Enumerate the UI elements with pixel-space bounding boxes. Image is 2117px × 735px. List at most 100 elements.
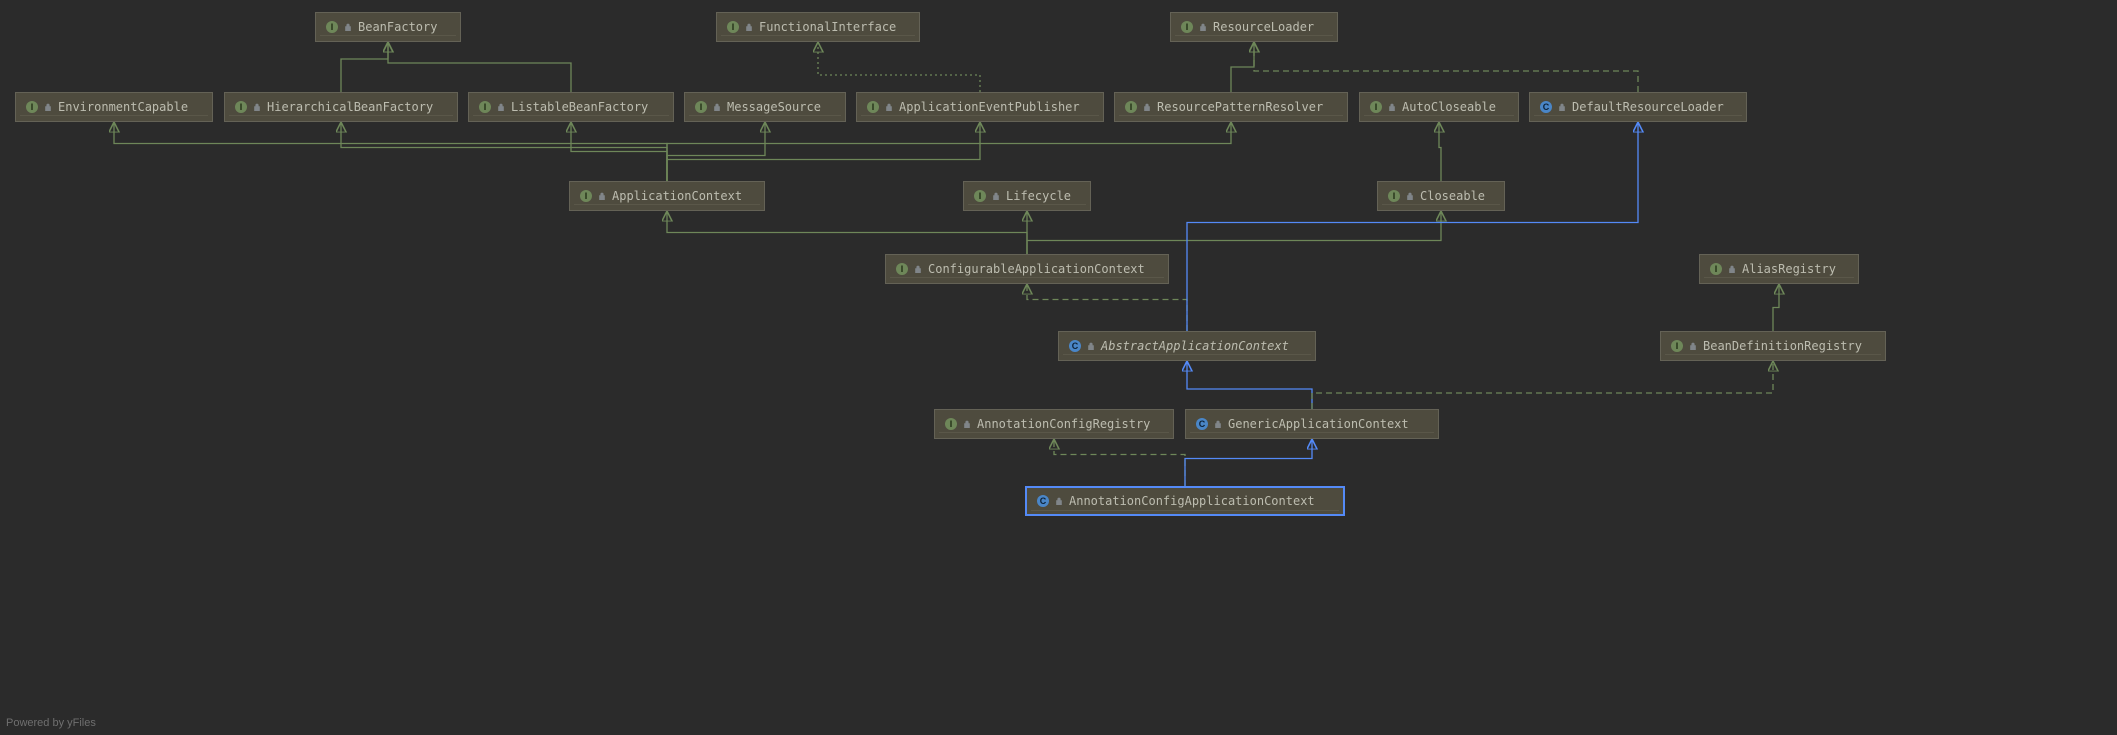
uml-node-MessageSource[interactable]: I MessageSource xyxy=(684,92,846,122)
lock-icon xyxy=(1087,342,1095,350)
edge-AbstractApplicationContext-to-DefaultResourceLoader xyxy=(1187,122,1638,331)
node-label: AnnotationConfigApplicationContext xyxy=(1069,494,1315,508)
lock-icon xyxy=(253,103,261,111)
interface-icon: I xyxy=(1388,190,1400,202)
lock-icon xyxy=(885,103,893,111)
uml-node-AnnotationConfigApplicationContext[interactable]: C AnnotationConfigApplicationContext xyxy=(1025,486,1345,516)
interface-icon: I xyxy=(896,263,908,275)
uml-node-ApplicationEventPublisher[interactable]: I ApplicationEventPublisher xyxy=(856,92,1104,122)
interface-icon: I xyxy=(974,190,986,202)
lock-icon xyxy=(1214,420,1222,428)
uml-node-Lifecycle[interactable]: I Lifecycle xyxy=(963,181,1091,211)
uml-node-BeanFactory[interactable]: IBeanFactory xyxy=(315,12,461,42)
edge-ApplicationContext-to-ApplicationEventPublisher xyxy=(667,122,980,181)
edge-ApplicationEventPublisher-to-FunctionalInterface xyxy=(818,42,980,92)
interface-icon: I xyxy=(727,21,739,33)
uml-node-ResourcePatternResolver[interactable]: I ResourcePatternResolver xyxy=(1114,92,1348,122)
edge-ApplicationContext-to-ListableBeanFactory xyxy=(571,122,667,181)
node-label: ConfigurableApplicationContext xyxy=(928,262,1145,276)
lock-icon xyxy=(1406,192,1414,200)
interface-icon: I xyxy=(326,21,338,33)
class-icon: C xyxy=(1196,418,1208,430)
node-label: BeanDefinitionRegistry xyxy=(1703,339,1862,353)
node-label: MessageSource xyxy=(727,100,821,114)
interface-icon: I xyxy=(1671,340,1683,352)
interface-icon: I xyxy=(867,101,879,113)
node-label: Lifecycle xyxy=(1006,189,1071,203)
lock-icon xyxy=(1689,342,1697,350)
lock-icon xyxy=(745,23,753,31)
edge-ApplicationContext-to-HierarchicalBeanFactory xyxy=(341,122,667,181)
uml-node-DefaultResourceLoader[interactable]: C DefaultResourceLoader xyxy=(1529,92,1747,122)
lock-icon xyxy=(44,103,52,111)
edge-AbstractApplicationContext-to-ConfigurableApplicationContext xyxy=(1027,284,1187,331)
edge-ConfigurableApplicationContext-to-Closeable xyxy=(1027,211,1441,254)
node-label: HierarchicalBeanFactory xyxy=(267,100,433,114)
interface-icon: I xyxy=(1710,263,1722,275)
class-icon: C xyxy=(1540,101,1552,113)
node-label: AutoCloseable xyxy=(1402,100,1496,114)
uml-node-AliasRegistry[interactable]: I AliasRegistry xyxy=(1699,254,1859,284)
uml-node-FunctionalInterface[interactable]: I FunctionalInterface xyxy=(716,12,920,42)
node-label: DefaultResourceLoader xyxy=(1572,100,1724,114)
interface-icon: I xyxy=(1181,21,1193,33)
uml-node-ResourceLoader[interactable]: I ResourceLoader xyxy=(1170,12,1338,42)
edge-HierarchicalBeanFactory-to-BeanFactory xyxy=(341,42,388,92)
edge-ApplicationContext-to-MessageSource xyxy=(667,122,765,181)
uml-node-AnnotationConfigRegistry[interactable]: IAnnotationConfigRegistry xyxy=(934,409,1174,439)
node-label: FunctionalInterface xyxy=(759,20,896,34)
lock-icon xyxy=(344,23,352,31)
uml-node-AutoCloseable[interactable]: IAutoCloseable xyxy=(1359,92,1519,122)
edge-ConfigurableApplicationContext-to-ApplicationContext xyxy=(667,211,1027,254)
diagram-canvas[interactable]: IBeanFactoryIFunctionalInterfaceIResourc… xyxy=(0,0,2117,735)
class-icon: C xyxy=(1037,495,1049,507)
node-label: EnvironmentCapable xyxy=(58,100,188,114)
uml-node-ListableBeanFactory[interactable]: IListableBeanFactory xyxy=(468,92,674,122)
uml-node-AbstractApplicationContext[interactable]: C AbstractApplicationContext xyxy=(1058,331,1316,361)
lock-icon xyxy=(598,192,606,200)
edge-GenericApplicationContext-to-BeanDefinitionRegistry xyxy=(1312,361,1773,409)
uml-node-GenericApplicationContext[interactable]: C GenericApplicationContext xyxy=(1185,409,1439,439)
node-label: AbstractApplicationContext xyxy=(1101,339,1289,353)
node-label: ApplicationEventPublisher xyxy=(899,100,1080,114)
node-label: GenericApplicationContext xyxy=(1228,417,1409,431)
edge-AnnotationConfigApplicationContext-to-AnnotationConfigRegistry xyxy=(1054,439,1185,486)
edge-ListableBeanFactory-to-BeanFactory xyxy=(388,42,571,92)
interface-icon: I xyxy=(695,101,707,113)
node-label: Closeable xyxy=(1420,189,1485,203)
lock-icon xyxy=(1143,103,1151,111)
uml-node-ApplicationContext[interactable]: I ApplicationContext xyxy=(569,181,765,211)
node-label: AnnotationConfigRegistry xyxy=(977,417,1150,431)
uml-node-Closeable[interactable]: I Closeable xyxy=(1377,181,1505,211)
lock-icon xyxy=(713,103,721,111)
lock-icon xyxy=(1558,103,1566,111)
lock-icon xyxy=(1055,497,1063,505)
interface-icon: I xyxy=(26,101,38,113)
edge-GenericApplicationContext-to-AbstractApplicationContext xyxy=(1187,361,1312,409)
interface-icon: I xyxy=(1125,101,1137,113)
uml-node-EnvironmentCapable[interactable]: I EnvironmentCapable xyxy=(15,92,213,122)
lock-icon xyxy=(963,420,971,428)
lock-icon xyxy=(914,265,922,273)
node-label: ResourcePatternResolver xyxy=(1157,100,1323,114)
edge-Closeable-to-AutoCloseable xyxy=(1439,122,1441,181)
uml-node-BeanDefinitionRegistry[interactable]: I BeanDefinitionRegistry xyxy=(1660,331,1886,361)
lock-icon xyxy=(1728,265,1736,273)
uml-node-ConfigurableApplicationContext[interactable]: I ConfigurableApplicationContext xyxy=(885,254,1169,284)
lock-icon xyxy=(1388,103,1396,111)
uml-node-HierarchicalBeanFactory[interactable]: I HierarchicalBeanFactory xyxy=(224,92,458,122)
edge-AnnotationConfigApplicationContext-to-GenericApplicationContext xyxy=(1185,439,1312,486)
powered-by-label: Powered by yFiles xyxy=(6,717,96,729)
node-label: ResourceLoader xyxy=(1213,20,1314,34)
edge-ApplicationContext-to-ResourcePatternResolver xyxy=(667,122,1231,181)
class-icon: C xyxy=(1069,340,1081,352)
edge-ResourcePatternResolver-to-ResourceLoader xyxy=(1231,42,1254,92)
node-label: AliasRegistry xyxy=(1742,262,1836,276)
interface-icon: I xyxy=(580,190,592,202)
lock-icon xyxy=(992,192,1000,200)
edge-DefaultResourceLoader-to-ResourceLoader xyxy=(1254,42,1638,92)
interface-icon: I xyxy=(235,101,247,113)
node-label: ApplicationContext xyxy=(612,189,742,203)
lock-icon xyxy=(1199,23,1207,31)
node-label: ListableBeanFactory xyxy=(511,100,648,114)
